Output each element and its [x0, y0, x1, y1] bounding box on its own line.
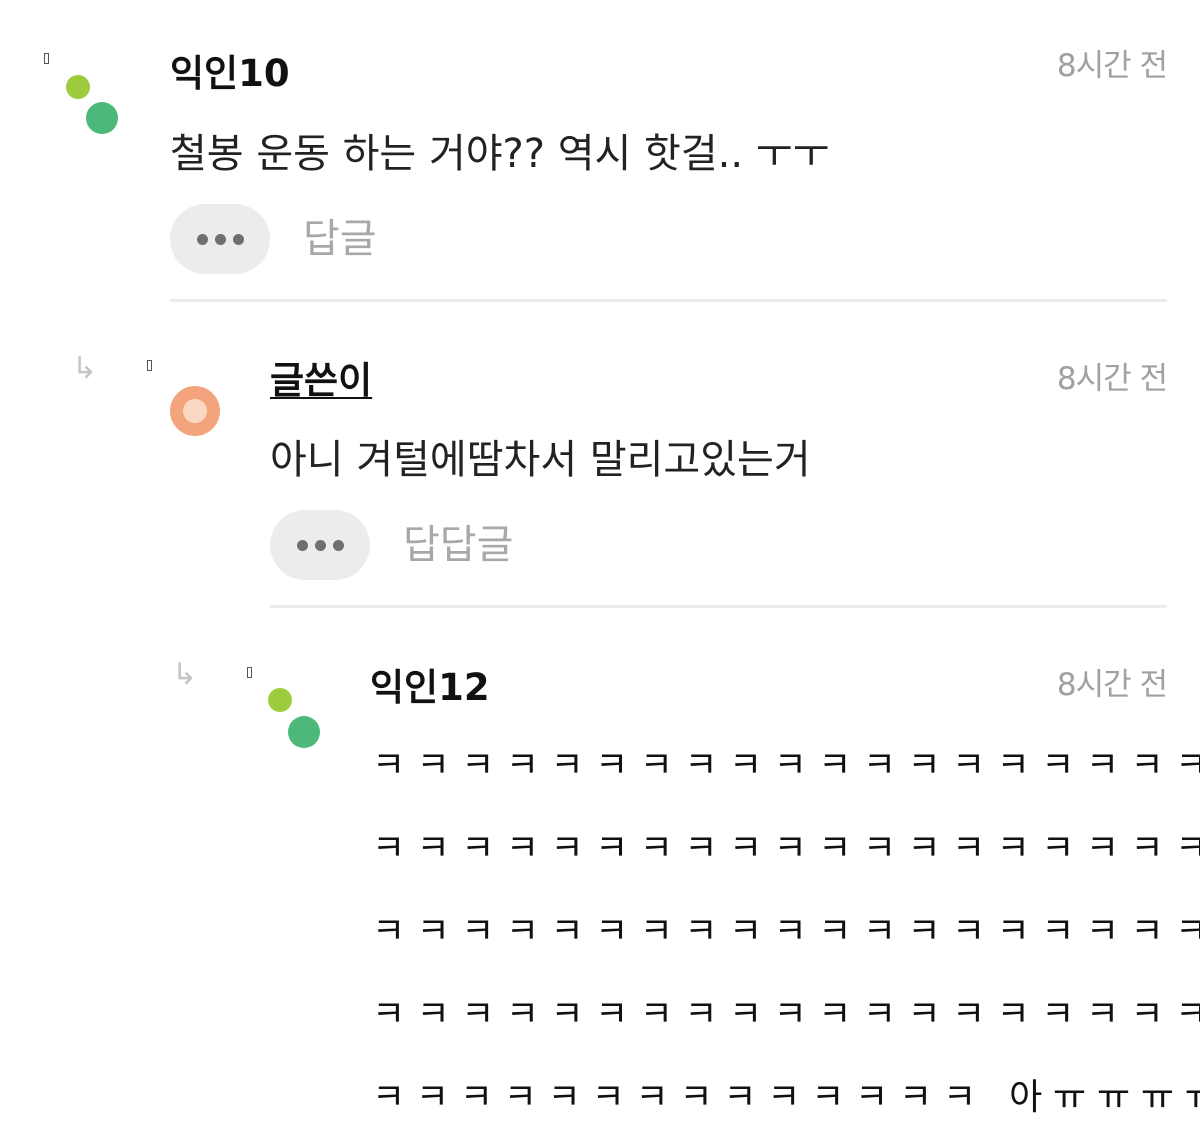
comment-timestamp: 8시간 전: [1056, 48, 1168, 84]
comment-text-line: ㅋㅋㅋㅋㅋㅋㅋㅋㅋㅋㅋㅋㅋㅋㅋㅋㅋㅋㅋ: [372, 828, 1200, 869]
marker-icon: [247, 667, 252, 678]
avatar-ring-center: [183, 399, 207, 423]
more-options-button[interactable]: [170, 204, 270, 274]
comment-author[interactable]: 익인10: [170, 55, 290, 92]
more-options-button[interactable]: [270, 510, 370, 580]
more-dot-icon: [314, 539, 326, 551]
more-dot-icon: [332, 539, 344, 551]
comment-timestamp: 8시간 전: [1056, 361, 1168, 397]
avatar-dot-large: [86, 102, 118, 134]
avatar-dot-small: [66, 75, 90, 99]
reply-arrow-icon: ↳: [172, 657, 198, 692]
comment-text-line: ㅋㅋㅋㅋㅋㅋㅋㅋㅋㅋㅋㅋㅋㅋ 아ㅠㅠㅠㅠ: [372, 1077, 1200, 1118]
comment-text: 철봉 운동 하는 거야?? 역시 핫걸.. ㅜㅜ: [170, 131, 830, 177]
reply-button[interactable]: 답글: [303, 219, 377, 259]
more-dot-icon: [296, 539, 308, 551]
comment-author[interactable]: 익인12: [370, 669, 490, 706]
avatar-dot-small: [268, 688, 292, 712]
anonymous-avatar-icon[interactable]: [266, 686, 326, 756]
anonymous-avatar-icon[interactable]: [64, 72, 124, 142]
comment-1: 익인10 8시간 전 철봉 운동 하는 거야?? 역시 핫걸.. ㅜㅜ 답글: [0, 0, 1200, 300]
reply-arrow-icon: ↳: [72, 351, 98, 386]
comment-2: ↳ 글쓴이 8시간 전 아니 겨털에땀차서 말리고있는거 답답글: [0, 300, 1200, 606]
avatar-dot-large: [288, 716, 320, 748]
more-dot-icon: [232, 233, 244, 245]
reply-to-reply-button[interactable]: 답답글: [403, 525, 513, 565]
marker-icon: [44, 53, 49, 64]
comment-author[interactable]: 글쓴이: [270, 362, 372, 399]
author-avatar-icon[interactable]: [170, 386, 220, 436]
more-dot-icon: [214, 233, 226, 245]
comment-timestamp: 8시간 전: [1056, 667, 1168, 703]
comment-3: ↳ 익인12 8시간 전 ㅋㅋㅋㅋㅋㅋㅋㅋㅋㅋㅋㅋㅋㅋㅋㅋㅋㅋㅋ ㅋㅋㅋㅋㅋㅋㅋ…: [0, 606, 1200, 1142]
marker-icon: [147, 360, 152, 371]
more-dot-icon: [196, 233, 208, 245]
comment-text: 아니 겨털에땀차서 말리고있는거: [270, 437, 811, 483]
comment-text-line: ㅋㅋㅋㅋㅋㅋㅋㅋㅋㅋㅋㅋㅋㅋㅋㅋㅋㅋㅋ: [372, 994, 1200, 1035]
comment-text-line: ㅋㅋㅋㅋㅋㅋㅋㅋㅋㅋㅋㅋㅋㅋㅋㅋㅋㅋㅋ: [372, 911, 1200, 952]
comment-text-line: ㅋㅋㅋㅋㅋㅋㅋㅋㅋㅋㅋㅋㅋㅋㅋㅋㅋㅋㅋ: [372, 745, 1200, 786]
